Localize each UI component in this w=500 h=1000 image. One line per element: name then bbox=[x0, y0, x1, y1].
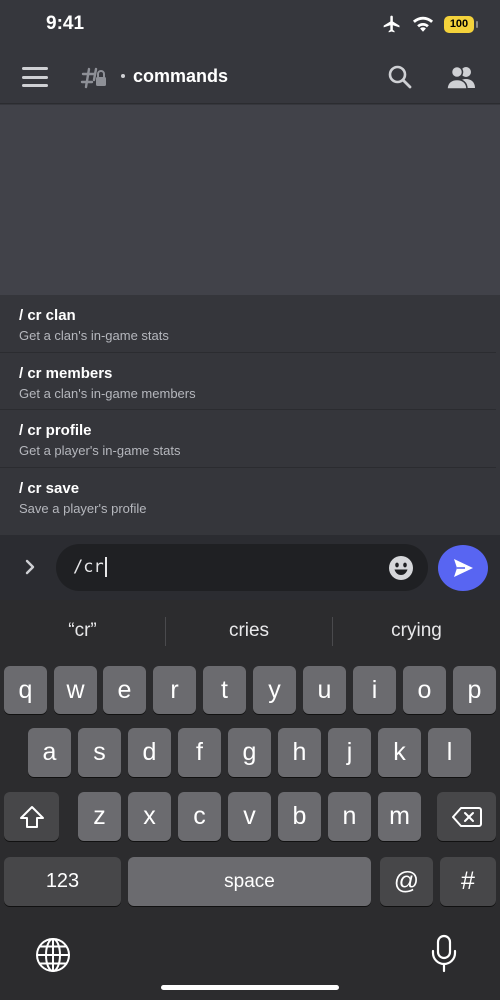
suggestion-quoted[interactable]: “cr” bbox=[0, 600, 165, 662]
delete-key[interactable] bbox=[437, 792, 496, 841]
key-w[interactable]: w bbox=[54, 666, 97, 714]
command-name: / cr save bbox=[19, 479, 80, 497]
message-input-text[interactable]: /cr bbox=[73, 557, 107, 577]
space-key[interactable]: space bbox=[128, 857, 371, 906]
key-v[interactable]: v bbox=[228, 792, 271, 841]
key-f[interactable]: f bbox=[178, 728, 221, 777]
key-g[interactable]: g bbox=[228, 728, 271, 777]
locked-channel-icon bbox=[80, 67, 106, 89]
shift-key[interactable] bbox=[4, 792, 59, 841]
command-name: / cr profile bbox=[19, 422, 92, 439]
at-key[interactable]: @ bbox=[380, 857, 433, 906]
command-suggestion-list: / cr clan Get a clan's in-game stats / c… bbox=[0, 295, 500, 535]
status-bar: 9:41 100 bbox=[0, 0, 500, 50]
key-n[interactable]: n bbox=[328, 792, 371, 841]
key-e[interactable]: e bbox=[103, 666, 146, 714]
key-y[interactable]: y bbox=[253, 666, 296, 714]
key-a[interactable]: a bbox=[28, 728, 71, 777]
key-d[interactable]: d bbox=[128, 728, 171, 777]
battery-indicator: 100 bbox=[444, 15, 478, 33]
command-item-cr-profile[interactable]: / cr profile Get a player's in-game stat… bbox=[0, 410, 496, 468]
hamburger-menu-icon[interactable] bbox=[22, 67, 48, 87]
key-i[interactable]: i bbox=[353, 666, 396, 714]
airplane-icon bbox=[383, 15, 400, 33]
on-screen-keyboard: “cr” cries crying q w e r t y u i o p a … bbox=[0, 600, 500, 1000]
numbers-key[interactable]: 123 bbox=[4, 857, 121, 906]
command-name: / cr members bbox=[19, 364, 113, 382]
shift-icon bbox=[19, 805, 44, 828]
key-o[interactable]: o bbox=[403, 666, 446, 714]
key-m[interactable]: m bbox=[378, 792, 421, 841]
command-description: Get a player's in-game stats bbox=[19, 443, 181, 458]
members-icon[interactable] bbox=[446, 64, 476, 90]
wifi-icon bbox=[412, 16, 434, 32]
channel-header: commands bbox=[0, 50, 500, 104]
send-icon bbox=[454, 559, 473, 577]
key-k[interactable]: k bbox=[378, 728, 421, 777]
command-item-cr-members[interactable]: / cr members Get a clan's in-game member… bbox=[0, 353, 496, 410]
predictive-text-bar: “cr” cries crying bbox=[0, 600, 500, 662]
suggestion-crying[interactable]: crying bbox=[333, 600, 500, 662]
command-description: Get a clan's in-game stats bbox=[19, 328, 169, 343]
send-button[interactable] bbox=[438, 545, 488, 591]
key-q[interactable]: q bbox=[4, 666, 47, 714]
hash-key[interactable]: # bbox=[440, 857, 496, 906]
command-description: Save a player's profile bbox=[19, 500, 147, 516]
emoji-icon[interactable] bbox=[388, 555, 414, 581]
key-j[interactable]: j bbox=[328, 728, 371, 777]
key-c[interactable]: c bbox=[178, 792, 221, 841]
command-item-cr-clan[interactable]: / cr clan Get a clan's in-game stats bbox=[0, 295, 496, 353]
text-caret bbox=[104, 557, 107, 577]
home-indicator bbox=[161, 985, 339, 990]
key-p[interactable]: p bbox=[453, 666, 496, 714]
command-description: Get a clan's in-game members bbox=[19, 385, 196, 401]
key-b[interactable]: b bbox=[278, 792, 321, 841]
status-indicators: 100 bbox=[382, 14, 478, 34]
message-input-bar: /cr bbox=[0, 535, 500, 600]
microphone-icon[interactable] bbox=[430, 934, 458, 974]
chevron-right-icon[interactable] bbox=[20, 557, 40, 577]
search-icon[interactable] bbox=[387, 64, 413, 90]
message-input[interactable]: /cr bbox=[56, 544, 428, 591]
channel-name: commands bbox=[133, 66, 229, 86]
key-l[interactable]: l bbox=[428, 728, 471, 777]
globe-icon[interactable] bbox=[34, 936, 72, 974]
command-item-cr-save[interactable]: / cr save Save a player's profile bbox=[0, 468, 496, 526]
key-u[interactable]: u bbox=[303, 666, 346, 714]
message-input-value: /cr bbox=[73, 557, 104, 577]
command-name: / cr clan bbox=[19, 307, 76, 324]
status-time: 9:41 bbox=[46, 13, 85, 34]
chat-messages-area bbox=[0, 105, 500, 295]
key-r[interactable]: r bbox=[153, 666, 196, 714]
suggestion-cries[interactable]: cries bbox=[166, 600, 332, 662]
key-z[interactable]: z bbox=[78, 792, 121, 841]
channel-separator-dot bbox=[121, 74, 125, 78]
key-h[interactable]: h bbox=[278, 728, 321, 777]
key-s[interactable]: s bbox=[78, 728, 121, 777]
key-t[interactable]: t bbox=[203, 666, 246, 714]
key-x[interactable]: x bbox=[128, 792, 171, 841]
backspace-icon bbox=[451, 806, 482, 827]
